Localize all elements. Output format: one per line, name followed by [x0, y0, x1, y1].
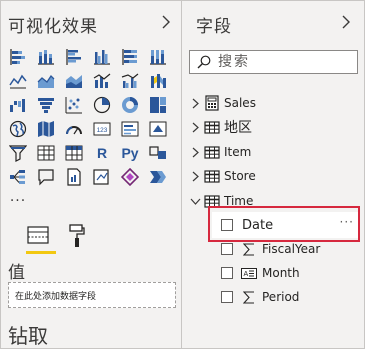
table-name: Store [224, 169, 256, 183]
field-checkbox[interactable] [221, 291, 233, 303]
sigma-icon [240, 290, 258, 304]
collapse-visualizations-chevron-icon[interactable] [162, 14, 170, 33]
field-checkbox[interactable] [221, 243, 233, 255]
values-drop-zone[interactable]: 在此处添加数据字段 [8, 282, 176, 308]
qa-icon[interactable] [34, 166, 58, 188]
table-name: Item [224, 145, 252, 159]
field-checkbox[interactable] [221, 267, 233, 279]
funnel-icon[interactable] [34, 94, 58, 116]
table-node-store[interactable]: Store [188, 165, 256, 187]
python-visual-label: Py [121, 145, 139, 161]
svg-text:A: A [244, 271, 249, 278]
pie-chart-icon[interactable] [90, 94, 114, 116]
clustered-column-icon[interactable] [90, 46, 114, 68]
table-node-sales[interactable]: Sales [188, 92, 256, 114]
100-percent-column-icon[interactable] [146, 46, 170, 68]
fields-search-box[interactable] [189, 50, 358, 74]
visual-gallery: 123 R Py ··· [6, 46, 176, 214]
highlight-box [208, 206, 360, 242]
chevron-right-icon[interactable] [188, 147, 202, 158]
table-name: 地区 [224, 120, 252, 136]
field-row-month[interactable]: A Month [221, 262, 300, 284]
search-input[interactable] [214, 52, 344, 72]
multi-row-card-icon[interactable] [118, 118, 142, 140]
active-tab-underline [26, 251, 56, 254]
card-icon[interactable]: 123 [90, 118, 114, 140]
tab-fields[interactable] [22, 222, 56, 256]
field-name: Month [262, 266, 300, 280]
drillthrough-section-label: 钻取 [8, 324, 48, 348]
map-icon[interactable] [6, 118, 30, 140]
gauge-icon[interactable] [62, 118, 86, 140]
pane-divider [181, 0, 182, 349]
stacked-bar-icon[interactable] [6, 46, 30, 68]
line-column-icon[interactable] [90, 70, 114, 92]
collapse-fields-chevron-icon[interactable] [342, 14, 350, 33]
r-visual-label: R [96, 145, 108, 161]
python-visual[interactable]: Py [118, 142, 142, 164]
paginated-report-icon[interactable] [62, 166, 86, 188]
area-chart-icon[interactable] [34, 70, 58, 92]
sigma-icon [240, 242, 258, 256]
fields-title: 字段 [196, 17, 232, 37]
tab-format[interactable] [64, 222, 90, 252]
visualizations-title: 可视化效果 [8, 17, 98, 37]
field-row-fiscalyear[interactable]: FiscalYear [221, 238, 320, 260]
values-section-label: 值 [8, 263, 25, 283]
paint-roller-icon [68, 224, 86, 252]
decomposition-tree-icon[interactable] [6, 166, 30, 188]
chevron-right-icon[interactable] [188, 171, 202, 182]
donut-chart-icon[interactable] [118, 94, 142, 116]
100-percent-bar-icon[interactable] [118, 46, 142, 68]
chevron-right-icon[interactable] [188, 98, 202, 109]
build-tabs [22, 222, 122, 256]
waterfall-icon[interactable] [6, 94, 30, 116]
smart-narrative-icon[interactable] [146, 166, 170, 188]
scatter-icon[interactable] [62, 94, 86, 116]
table-name: Sales [224, 96, 256, 110]
table-icon [203, 169, 221, 183]
r-visual[interactable]: R [90, 142, 114, 164]
table-icon[interactable] [34, 142, 58, 164]
search-icon [194, 55, 214, 69]
stacked-column-icon[interactable] [34, 46, 58, 68]
slicer-icon[interactable] [6, 142, 30, 164]
power-apps-icon[interactable] [118, 166, 142, 188]
line-clustered-column-icon[interactable] [118, 70, 142, 92]
stacked-area-icon[interactable] [62, 70, 86, 92]
field-name: Period [262, 290, 300, 304]
table-node-region[interactable]: 地区 [188, 116, 252, 138]
chevron-down-icon[interactable] [188, 198, 202, 205]
field-row-period[interactable]: Period [221, 286, 299, 308]
filled-map-icon[interactable] [34, 118, 58, 140]
table-node-item[interactable]: Item [188, 141, 251, 163]
table-icon [203, 120, 221, 134]
more-visuals-dots: ··· [9, 193, 27, 209]
more-visuals[interactable]: ··· [6, 190, 30, 212]
get-more-visuals-icon[interactable] [90, 166, 114, 188]
line-chart-icon[interactable] [6, 70, 30, 92]
key-influencers-icon[interactable] [146, 142, 170, 164]
chevron-right-icon[interactable] [188, 122, 202, 133]
visualizations-pane: 可视化效果 123 R Py ··· 值 在此处添加数据字段 钻取 [0, 0, 181, 349]
matrix-icon[interactable] [62, 142, 86, 164]
card-number: 123 [97, 127, 108, 134]
ribbon-chart-icon[interactable] [146, 70, 170, 92]
treemap-icon[interactable] [146, 94, 170, 116]
table-icon [203, 145, 221, 159]
clustered-bar-icon[interactable] [62, 46, 86, 68]
field-name: FiscalYear [262, 242, 321, 256]
calculator-table-icon [203, 95, 221, 111]
text-field-icon: A [240, 267, 258, 279]
values-drop-placeholder: 在此处添加数据字段 [15, 291, 97, 302]
kpi-icon[interactable] [146, 118, 170, 140]
